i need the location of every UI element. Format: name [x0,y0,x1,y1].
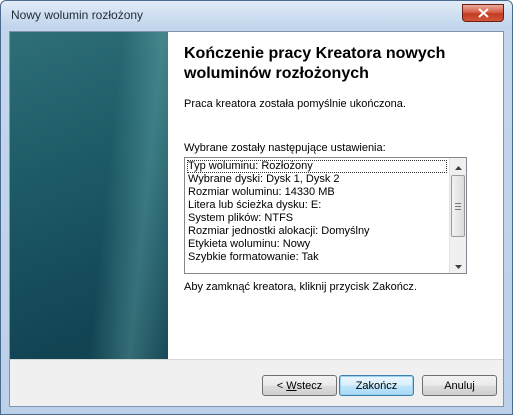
cancel-button[interactable]: Anuluj [422,375,497,396]
settings-line: Rozmiar woluminu: 14330 MB [188,186,335,198]
wizard-content: Kończenie pracy Kreatora nowych woluminó… [184,44,494,293]
settings-line: Szybkie formatowanie: Tak [188,251,319,263]
finish-button-label: Zakończ [355,379,398,392]
settings-line: Etykieta woluminu: Nowy [188,238,311,250]
settings-label: Wybrane zostały następujące ustawienia: [184,142,386,154]
success-message: Praca kreatora została pomyślnie ukończo… [184,98,406,110]
vertical-scrollbar[interactable] [449,158,466,273]
settings-lines: Typ woluminu: Rozłożony Wybrane dyski: D… [187,160,448,264]
close-icon [477,8,489,18]
page-title-line-2: woluminów rozłożonych [184,65,369,82]
settings-line: Typ woluminu: Rozłożony [187,160,447,173]
back-button[interactable]: < Wstecz [262,375,337,396]
close-instruction: Aby zamknąć kreatora, kliknij przycisk Z… [184,281,417,293]
grip-icon [455,202,461,210]
page-title: Kończenie pracy Kreatora nowych woluminó… [184,44,494,84]
wizard-body: Kończenie pracy Kreatora nowych woluminó… [9,31,504,407]
settings-summary-list[interactable]: Typ woluminu: Rozłożony Wybrane dyski: D… [184,157,467,274]
button-bar: < Wstecz Zakończ Anuluj [10,359,503,406]
wizard-window: Nowy wolumin rozłożony Kończenie pracy K… [0,0,513,415]
finish-button[interactable]: Zakończ [339,375,414,396]
settings-line: Litera lub ścieżka dysku: E: [188,199,322,211]
cancel-button-label: Anuluj [444,379,475,392]
back-button-label: stecz [296,379,323,392]
scrollbar-thumb[interactable] [451,175,465,237]
page-title-line-1: Kończenie pracy Kreatora nowych [184,45,446,62]
settings-line: System plików: NTFS [188,212,294,224]
settings-line: Wybrane dyski: Dysk 1, Dysk 2 [188,173,340,185]
scroll-up-button[interactable] [450,158,466,174]
window-title: Nowy wolumin rozłożony [11,8,144,22]
arrow-down-icon [454,258,462,272]
arrow-up-icon [454,159,462,173]
wizard-banner-image [10,32,168,359]
settings-line: Rozmiar jednostki alokacji: Domyślny [188,225,370,237]
back-button-prefix: < [276,379,287,392]
scroll-down-button[interactable] [450,257,466,273]
title-bar[interactable]: Nowy wolumin rozłożony [1,1,512,29]
back-button-accelerator: W [286,379,297,392]
close-button[interactable] [462,4,504,22]
